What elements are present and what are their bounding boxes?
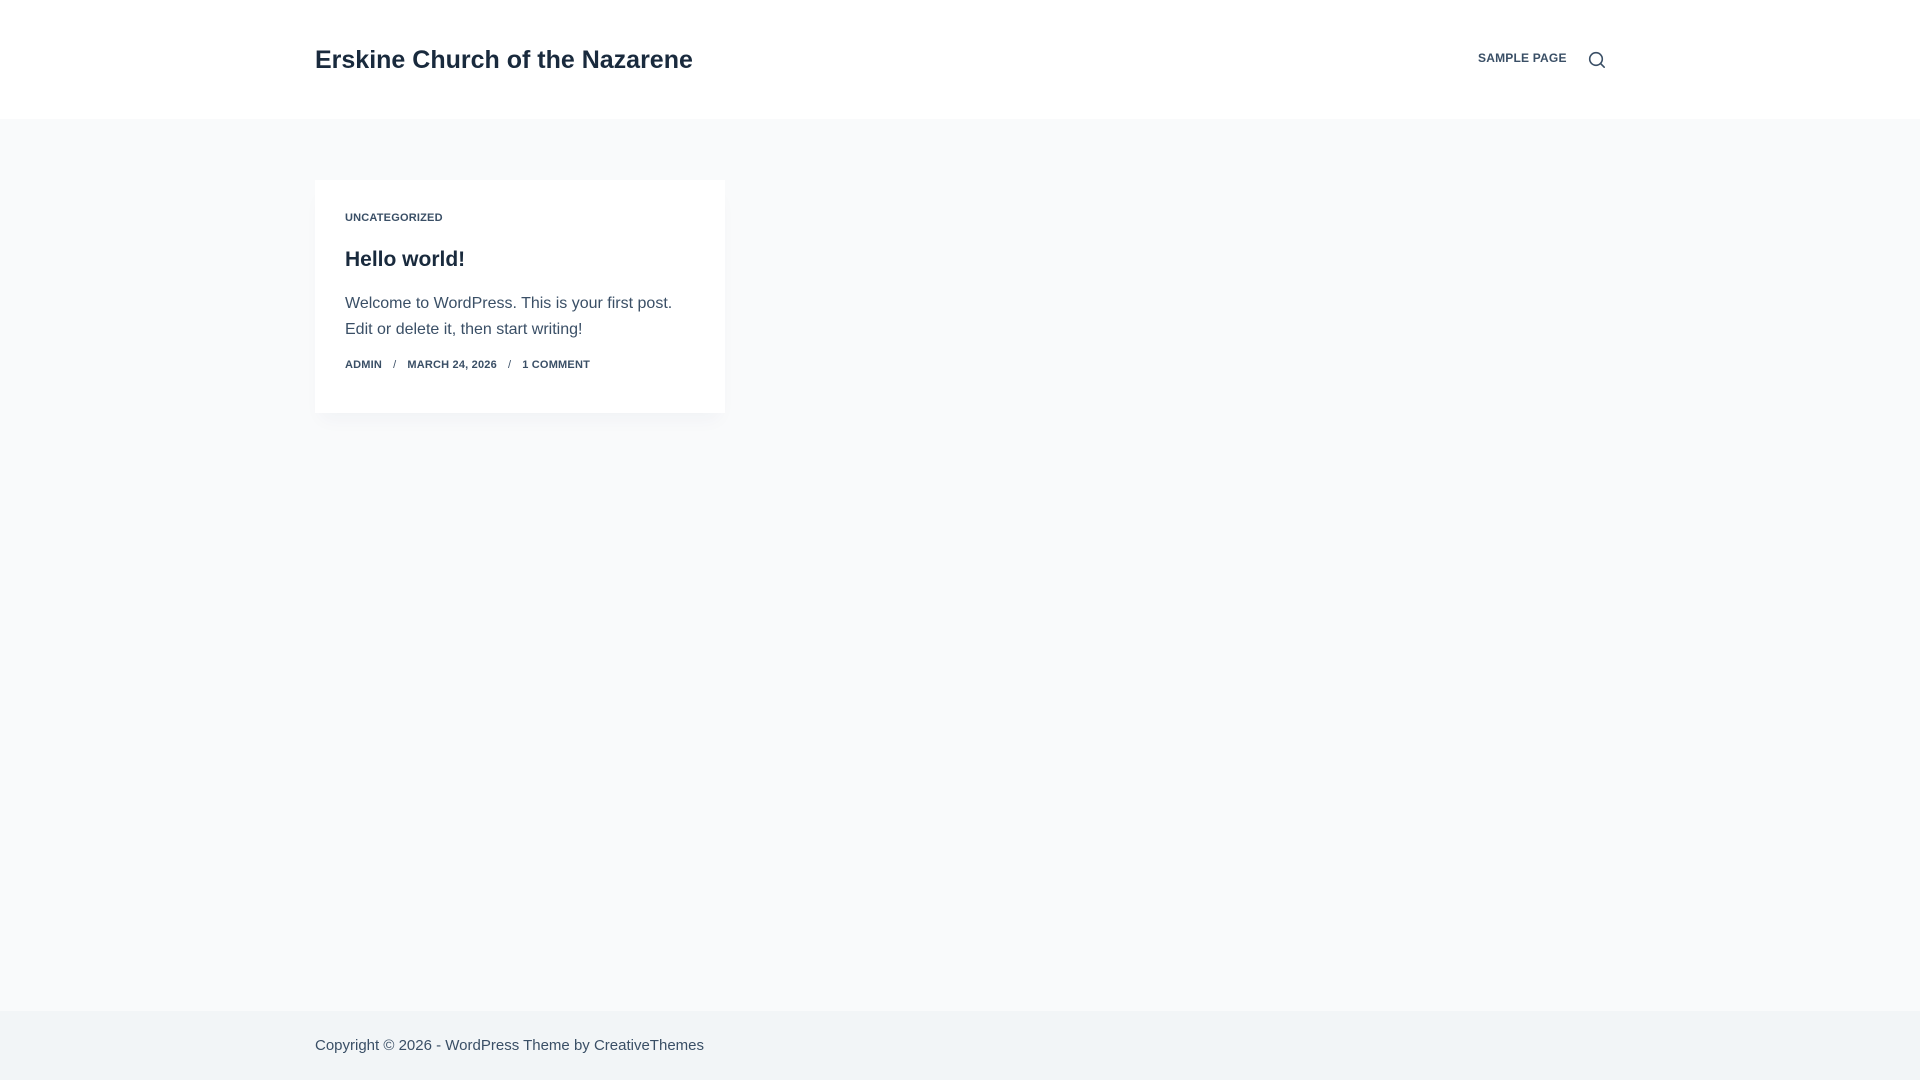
site-header: Erskine Church of the Nazarene SAMPLE PA…: [0, 0, 1920, 119]
site-title[interactable]: Erskine Church of the Nazarene: [315, 42, 693, 78]
nav-sample-page[interactable]: SAMPLE PAGE: [1478, 50, 1567, 66]
post-category-link[interactable]: UNCATEGORIZED: [345, 212, 443, 224]
post-date-link[interactable]: MARCH 24, 2026: [407, 359, 497, 371]
site-footer: Copyright © 2026 - WordPress Theme by Cr…: [0, 1011, 1920, 1080]
post-meta: ADMIN / MARCH 24, 2026 / 1 COMMENT: [345, 359, 590, 371]
meta-separator: /: [393, 359, 397, 371]
post-comments-link[interactable]: 1 COMMENT: [522, 359, 590, 371]
post-title-link[interactable]: Hello world!: [345, 246, 465, 274]
search-icon[interactable]: [1586, 49, 1608, 71]
theme-author-link[interactable]: CreativeThemes: [594, 1037, 704, 1054]
main-content: UNCATEGORIZED Hello world! Welcome to Wo…: [0, 119, 1920, 1011]
footer-copyright: Copyright © 2026 - WordPress Theme by Cr…: [315, 1036, 704, 1056]
post-excerpt: Welcome to WordPress. This is your first…: [345, 295, 673, 338]
post-author-link[interactable]: ADMIN: [345, 359, 382, 371]
post-card: UNCATEGORIZED Hello world! Welcome to Wo…: [315, 180, 725, 413]
copyright-text: Copyright © 2026 - WordPress Theme by: [315, 1037, 594, 1054]
meta-separator: /: [507, 359, 512, 371]
